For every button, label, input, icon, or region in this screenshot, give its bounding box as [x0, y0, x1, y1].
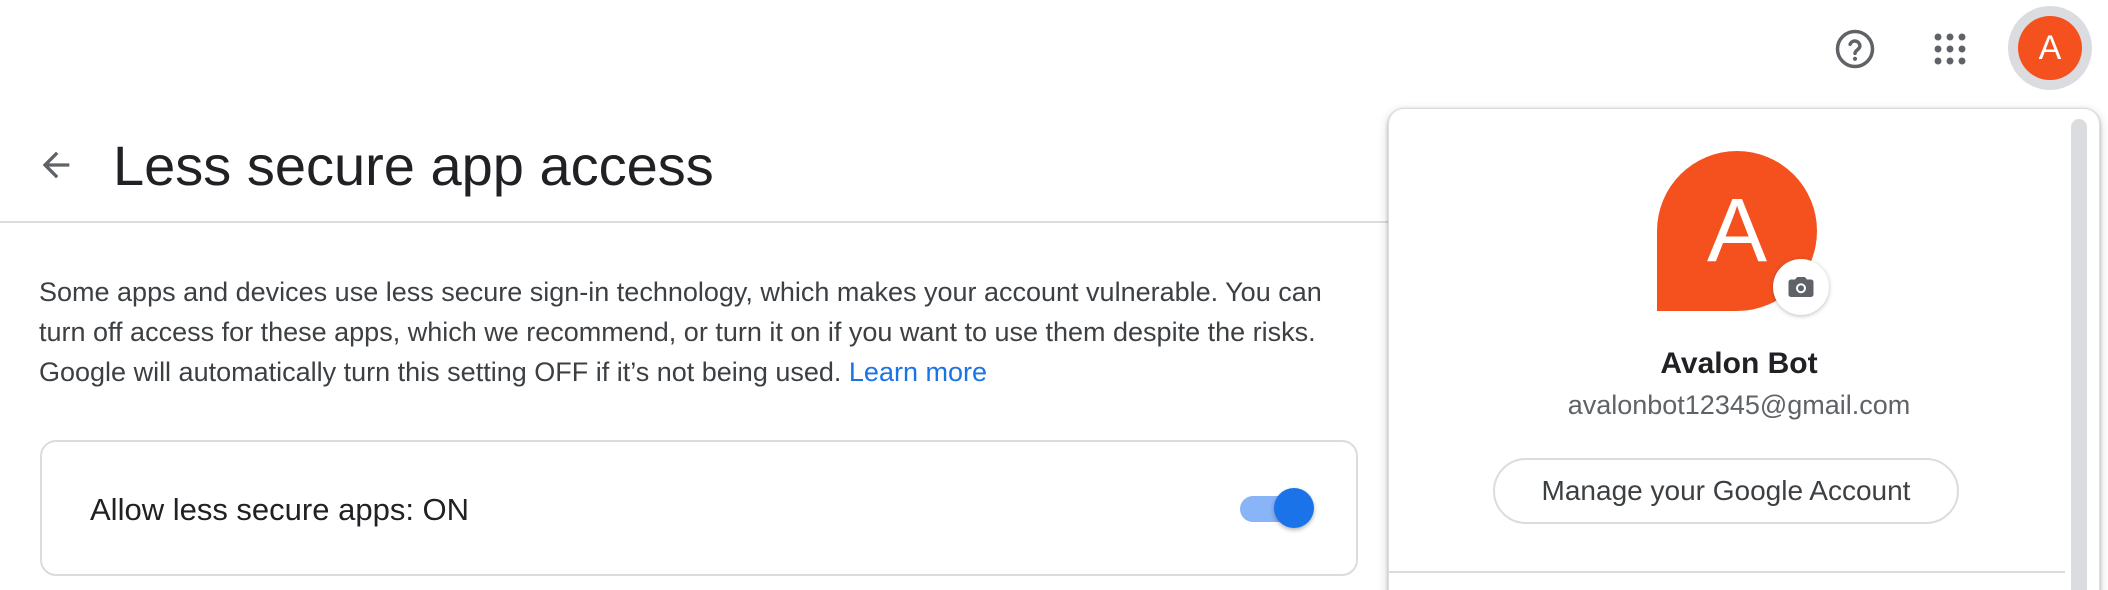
account-popup: A Avalon Bot avalonbot12345@gmail.com Ma…	[1388, 108, 2100, 590]
learn-more-link[interactable]: Learn more	[849, 357, 987, 387]
account-email: avalonbot12345@gmail.com	[1567, 390, 1911, 420]
change-photo-button[interactable]	[1773, 259, 1829, 315]
header-divider	[0, 221, 1390, 223]
arrow-back-icon	[42, 151, 70, 179]
description-text: Some apps and devices use less secure si…	[39, 272, 1359, 392]
less-secure-apps-setting-card: Allow less secure apps: ON	[40, 440, 1358, 576]
page: A Less secure app access Some apps and d…	[0, 0, 2108, 590]
setting-label: Allow less secure apps: ON	[90, 492, 470, 527]
camera-icon	[1788, 277, 1814, 297]
back-button[interactable]	[34, 143, 78, 187]
account-name: Avalon Bot	[1660, 347, 1818, 380]
help-button[interactable]	[1833, 27, 1877, 71]
page-title: Less secure app access	[113, 134, 714, 197]
apps-grid-icon	[1934, 33, 1966, 65]
toggle-knob	[1274, 488, 1314, 528]
description-body: Some apps and devices use less secure si…	[39, 277, 1322, 387]
help-circle-icon	[1835, 29, 1875, 69]
popup-divider	[1389, 571, 2065, 573]
avatar-initial: A	[1706, 180, 1768, 281]
less-secure-apps-toggle[interactable]	[1236, 486, 1314, 530]
manage-account-button[interactable]: Manage your Google Account	[1493, 458, 1959, 524]
avatar: A	[2018, 16, 2082, 80]
account-avatar-button[interactable]: A	[2008, 6, 2092, 90]
apps-button[interactable]	[1928, 27, 1972, 71]
